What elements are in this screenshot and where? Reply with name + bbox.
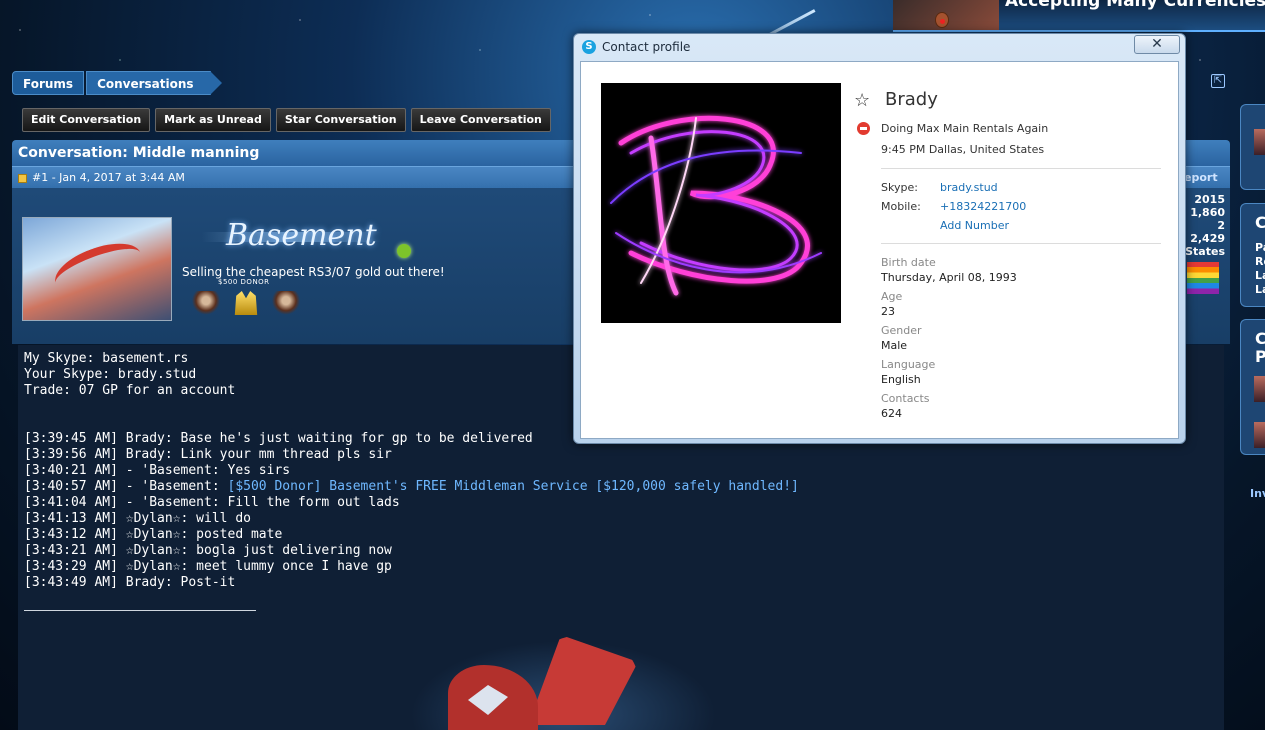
sidebar-item[interactable]: Re <box>1255 255 1265 268</box>
mark-as-unread-button[interactable]: Mark as Unread <box>155 108 271 132</box>
sidebar-box <box>1240 104 1265 190</box>
sidebar-heading: C <box>1255 213 1265 232</box>
username: Basement <box>226 218 377 253</box>
avatar-dragon-wing <box>48 233 148 303</box>
banner-text: Accepting Many Currencies! [$ <box>1005 0 1265 11</box>
profile-panel: ☆ Brady Doing Max Main Rentals Again 9:4… <box>580 61 1179 439</box>
chat-log-line: [3:43:49 AM] Brady: Post-it <box>24 575 236 590</box>
user-stats: 2015 1,860 2 2,429 States <box>1180 193 1225 258</box>
report-link[interactable]: eport <box>1184 167 1218 189</box>
birth-date-value: Thursday, April 08, 1993 <box>881 271 1017 284</box>
favorite-star-icon[interactable]: ☆ <box>854 90 870 111</box>
donor-badge-icon <box>272 291 300 315</box>
unread-flag-icon <box>18 174 27 183</box>
add-number-link[interactable]: Add Number <box>940 219 1009 232</box>
donor-badge-icon <box>192 291 220 315</box>
signature-artwork <box>398 635 728 730</box>
do-not-disturb-icon <box>857 122 870 135</box>
user-badges: $500 DONOR <box>192 278 312 317</box>
mobile-number-link[interactable]: +18324221700 <box>940 200 1026 213</box>
sidebar-heading: P <box>1255 347 1265 366</box>
reindeer-icon <box>935 12 949 28</box>
window-titlebar[interactable]: S Contact profile ✕ <box>574 34 1185 60</box>
chat-log-line: [3:40:57 AM] - 'Basement: [$500 Donor] B… <box>24 479 1218 495</box>
profile-picture[interactable] <box>601 83 841 323</box>
stat-messages: 1,860 <box>1190 206 1225 219</box>
sidebar-item[interactable]: La <box>1255 283 1265 296</box>
contact-profile-window: S Contact profile ✕ ☆ Brady Doing Max Ma… <box>573 33 1186 444</box>
signature-wing <box>528 635 638 725</box>
gender-label: Gender <box>881 324 922 337</box>
breadcrumb-forums[interactable]: Forums <box>12 71 85 95</box>
stat-location: States <box>1185 245 1225 258</box>
sidebar-thumbnail[interactable] <box>1254 376 1265 402</box>
skype-label: Skype: <box>881 181 918 194</box>
online-status-icon <box>397 244 411 258</box>
language-label: Language <box>881 358 936 371</box>
chat-log-line: [3:39:56 AM] Brady: Link your mm thread … <box>24 447 392 462</box>
donor-label: $500 DONOR <box>218 278 270 286</box>
sidebar-thumbnail[interactable] <box>1254 422 1265 448</box>
contact-name: Brady <box>885 89 938 110</box>
contacts-label: Contacts <box>881 392 930 405</box>
conversation-actions: Edit Conversation Mark as Unread Star Co… <box>22 108 551 132</box>
right-sidebar: C Pa Re La La C P Inv <box>1240 0 1265 730</box>
contacts-value: 624 <box>881 407 902 420</box>
sidebar-footer-link[interactable]: Inv <box>1250 487 1265 500</box>
edit-conversation-button[interactable]: Edit Conversation <box>22 108 151 132</box>
star-conversation-button[interactable]: Star Conversation <box>275 108 406 132</box>
skype-name-link[interactable]: brady.stud <box>940 181 998 194</box>
user-avatar[interactable] <box>22 217 172 321</box>
skype-icon: S <box>582 40 596 54</box>
chat-log-line: [3:43:21 AM] ☆Dylan☆: bogla just deliver… <box>24 543 392 558</box>
close-button[interactable]: ✕ <box>1134 35 1180 54</box>
local-time: 9:45 PM Dallas, United States <box>881 143 1045 156</box>
username-banner[interactable]: Basement <box>192 218 392 258</box>
language-value: English <box>881 373 921 386</box>
chat-log-line: [3:43:12 AM] ☆Dylan☆: posted mate <box>24 527 283 542</box>
expand-icon[interactable]: ⇱ <box>1211 74 1225 88</box>
birth-date-label: Birth date <box>881 256 936 269</box>
chat-log-line: [3:41:04 AM] - 'Basement: Fill the form … <box>24 495 400 510</box>
leave-conversation-button[interactable]: Leave Conversation <box>410 108 551 132</box>
breadcrumb: Forums Conversations <box>12 71 222 95</box>
chat-log-prefix: [3:40:57 AM] - 'Basement: <box>24 479 228 494</box>
age-value: 23 <box>881 305 895 318</box>
crown-badge-icon <box>234 291 258 315</box>
chat-log-line: [3:43:29 AM] ☆Dylan☆: meet lummy once I … <box>24 559 392 574</box>
gender-value: Male <box>881 339 908 352</box>
window-title: Contact profile <box>602 40 691 54</box>
divider <box>881 168 1161 169</box>
post-permalink[interactable]: #1 - Jan 4, 2017 at 3:44 AM <box>32 171 185 184</box>
chat-log-line: [3:40:21 AM] - 'Basement: Yes sirs <box>24 463 291 478</box>
user-title: Selling the cheapest RS3/07 gold out the… <box>182 265 445 279</box>
mood-message: Doing Max Main Rentals Again <box>881 122 1049 135</box>
pride-flag-icon <box>1187 262 1219 294</box>
signature-divider <box>24 610 256 611</box>
chat-log-line: [3:41:13 AM] ☆Dylan☆: will do <box>24 511 251 526</box>
sidebar-heading: C <box>1255 329 1265 348</box>
breadcrumb-conversations[interactable]: Conversations <box>86 71 222 95</box>
stat-joined: 2015 <box>1194 193 1225 206</box>
stat-likes: 2 <box>1217 219 1225 232</box>
neon-letter-b-image <box>610 115 822 296</box>
sidebar-item[interactable]: La <box>1255 269 1265 282</box>
stat-points: 2,429 <box>1190 232 1225 245</box>
mobile-label: Mobile: <box>881 200 921 213</box>
sidebar-box: C P <box>1240 319 1265 455</box>
sidebar-item[interactable]: Pa <box>1255 241 1265 254</box>
middleman-thread-link[interactable]: [$500 Donor] Basement's FREE Middleman S… <box>228 479 799 494</box>
age-label: Age <box>881 290 903 303</box>
sidebar-box: C Pa Re La La <box>1240 203 1265 307</box>
top-advertisement-banner[interactable]: Accepting Many Currencies! [$ <box>893 0 1265 32</box>
divider <box>881 243 1161 244</box>
sidebar-thumbnail[interactable] <box>1254 129 1265 155</box>
